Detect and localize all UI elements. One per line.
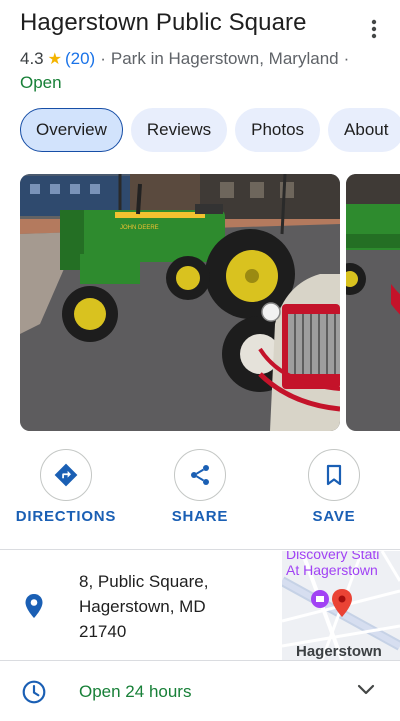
- directions-label: DIRECTIONS: [15, 508, 117, 525]
- place-title: Hagerstown Public Square: [20, 9, 307, 36]
- rating-value: 4.3: [20, 49, 44, 68]
- expand-hours-button[interactable]: [357, 683, 375, 701]
- save-button[interactable]: SAVE: [279, 449, 389, 525]
- share-button[interactable]: SHARE: [145, 449, 255, 525]
- address-line-3: 21740: [79, 622, 127, 641]
- address-text[interactable]: 8, Public Square, Hagerstown, MD 21740: [79, 569, 208, 644]
- open-status: Open: [20, 73, 62, 92]
- place-category: Park in Hagerstown, Maryland: [110, 49, 339, 68]
- map-city-label: Hagerstown: [296, 643, 382, 660]
- map-poi-label-1: Discovery Stati: [286, 551, 379, 562]
- meta-separator-trailing: ·: [343, 49, 350, 68]
- photo-tractors-2[interactable]: [346, 174, 400, 431]
- directions-icon: [54, 463, 78, 487]
- address-line-1: 8, Public Square,: [79, 572, 209, 591]
- bookmark-icon: [326, 464, 342, 486]
- tab-reviews[interactable]: Reviews: [130, 108, 228, 152]
- tab-bar: Overview Reviews Photos About: [20, 108, 400, 152]
- meta-separator: ·: [100, 49, 106, 68]
- share-label: SHARE: [171, 508, 229, 525]
- tab-about[interactable]: About: [328, 108, 400, 152]
- hours-text[interactable]: Open 24 hours: [79, 682, 191, 702]
- divider: [0, 660, 400, 661]
- place-meta: 4.3 ★ (20) · Park in Hagerstown, Marylan…: [20, 49, 354, 69]
- map-image: Discovery Stati At Hagerstown Hagerstown: [282, 551, 400, 660]
- chevron-down-icon: [357, 684, 375, 695]
- tractor-photo-image-2: [346, 174, 400, 431]
- save-label: SAVE: [312, 508, 356, 525]
- photo-tractors[interactable]: JOHN DEERE: [20, 174, 340, 431]
- clock-icon: [21, 679, 47, 710]
- divider: [0, 549, 400, 550]
- more-options-button[interactable]: [362, 14, 386, 44]
- tab-photos[interactable]: Photos: [235, 108, 321, 152]
- share-icon: [191, 465, 209, 485]
- tab-overview[interactable]: Overview: [20, 108, 123, 152]
- map-thumbnail[interactable]: Discovery Stati At Hagerstown Hagerstown: [282, 551, 400, 660]
- directions-button[interactable]: DIRECTIONS: [11, 449, 121, 525]
- photo-carousel[interactable]: JOHN DEERE: [20, 174, 400, 431]
- address-line-2: Hagerstown, MD: [79, 597, 206, 616]
- tractor-photo-image: JOHN DEERE: [20, 174, 340, 431]
- location-pin-icon: [22, 592, 46, 625]
- star-icon: ★: [47, 51, 62, 68]
- review-count-link[interactable]: (20): [65, 49, 95, 69]
- map-poi-label-2: At Hagerstown: [286, 562, 378, 578]
- more-vert-icon: [371, 19, 377, 39]
- tractor-brand-text: JOHN DEERE: [120, 225, 159, 231]
